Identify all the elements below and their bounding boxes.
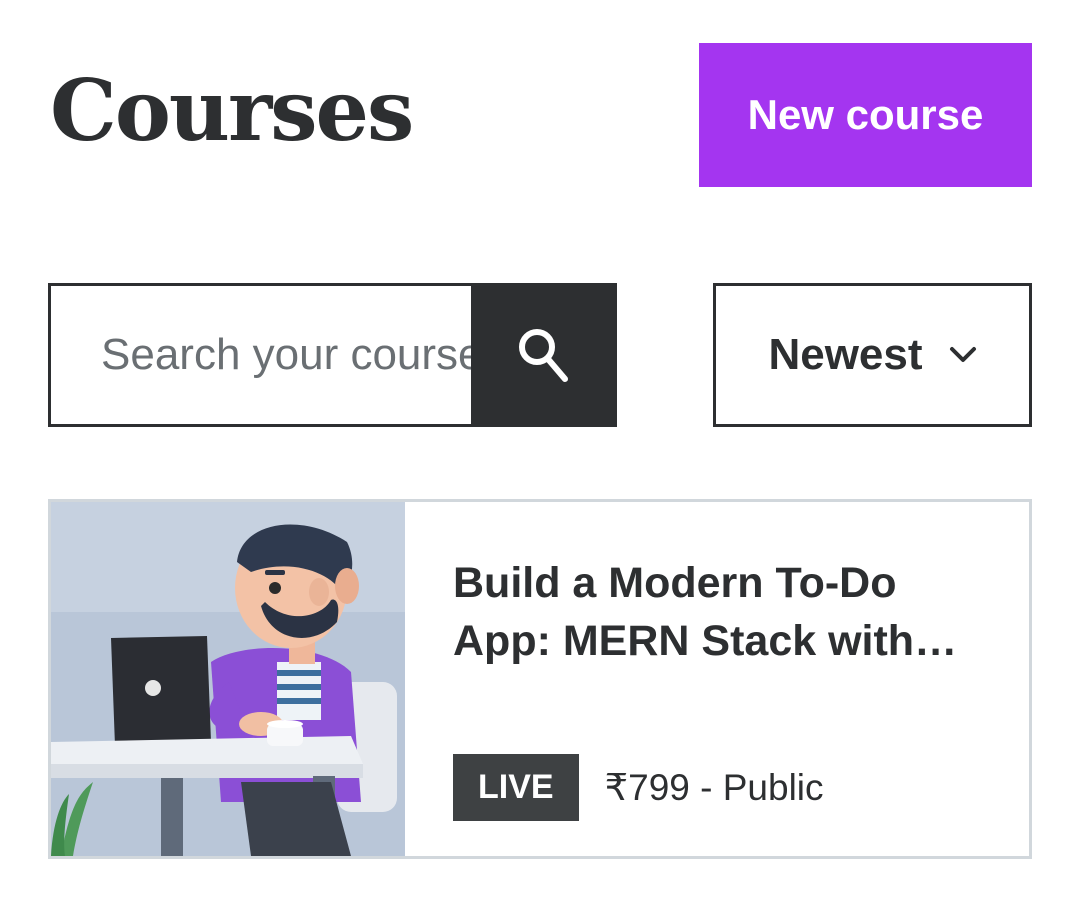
course-thumbnail [51,502,405,856]
price-visibility-text: ₹799 - Public [604,767,824,808]
sort-dropdown[interactable]: Newest [713,283,1032,427]
sort-selected-label: Newest [768,330,923,379]
search-form [48,283,617,427]
search-button[interactable] [471,286,614,424]
page-title: Courses [50,61,414,160]
chevron-down-icon [949,347,976,362]
status-badge: LIVE [453,754,579,821]
course-info: Build a Modern To-Do App: MERN Stack wit… [405,502,1029,856]
course-card[interactable]: Build a Modern To-Do App: MERN Stack wit… [48,499,1032,859]
new-course-button[interactable]: New course [699,43,1032,187]
developer-illustration-image [51,502,405,856]
course-title[interactable]: Build a Modern To-Do App: MERN Stack wit… [453,554,993,670]
course-meta: LIVE ₹799 - Public [453,754,824,821]
search-icon [518,329,568,382]
search-input[interactable] [51,286,471,424]
